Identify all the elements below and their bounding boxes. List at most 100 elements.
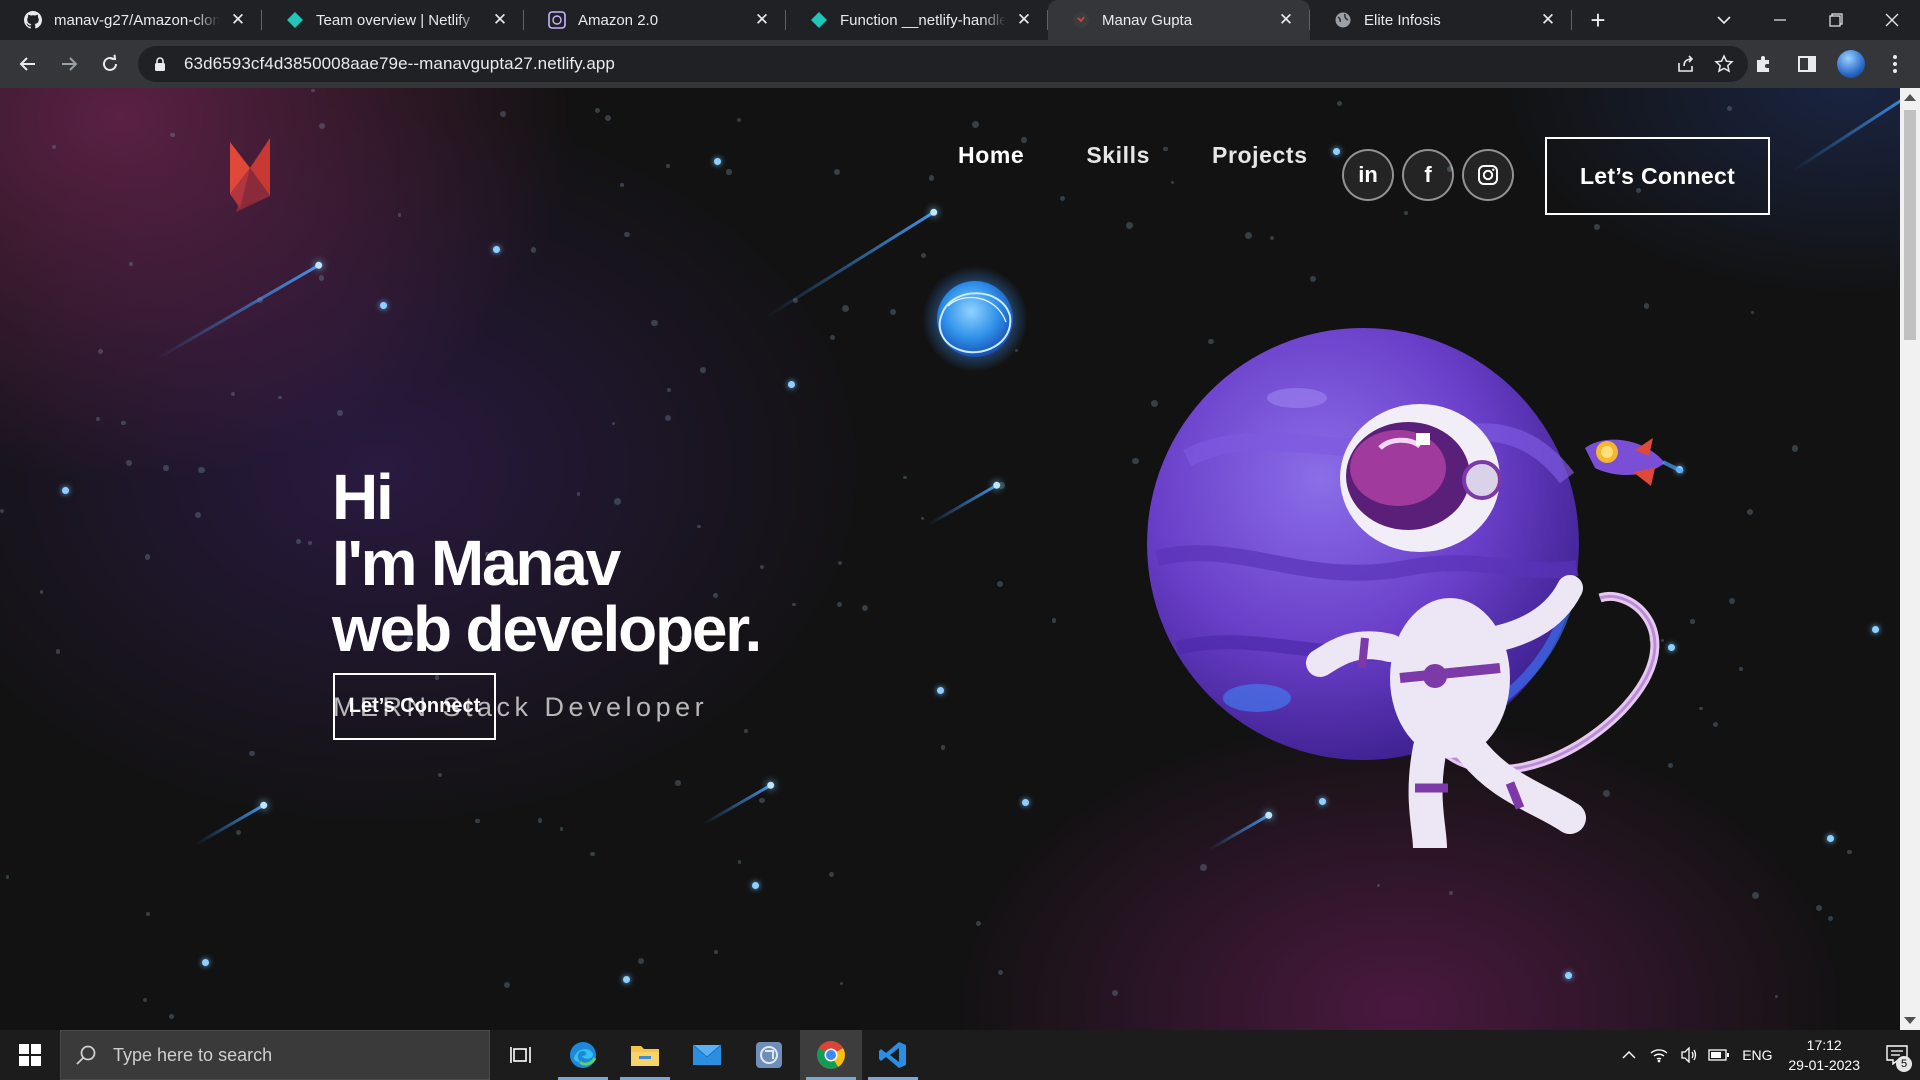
dust-particle (96, 416, 101, 421)
linkedin-icon[interactable]: in (1342, 149, 1394, 201)
chrome-icon[interactable] (800, 1030, 862, 1080)
dust-particle (726, 169, 732, 175)
windows-start-icon[interactable] (0, 1030, 60, 1080)
vscode-icon[interactable] (862, 1030, 924, 1080)
dust-particle (837, 601, 843, 607)
lets-connect-nav-button[interactable]: Let’s Connect (1545, 137, 1770, 215)
back-icon[interactable] (8, 44, 48, 84)
dust-particle (1336, 100, 1343, 107)
dust-particle (249, 750, 255, 757)
search-icon (76, 1045, 96, 1065)
star (788, 381, 795, 388)
scroll-up-icon[interactable] (1904, 94, 1916, 101)
tab-close-icon[interactable]: ✕ (752, 10, 772, 30)
side-panel-icon[interactable] (1788, 44, 1826, 84)
dust-particle (318, 275, 325, 281)
clock[interactable]: 17:12 29-01-2023 (1788, 1035, 1860, 1075)
windows-taskbar: Type here to search ENG 17:12 29-01-2023… (0, 1030, 1920, 1080)
dust-particle (620, 183, 624, 187)
dust-particle (121, 420, 127, 426)
mail-icon[interactable] (676, 1030, 738, 1080)
dust-particle (1847, 849, 1852, 854)
browser-tab[interactable]: Team overview | Netlify ✕ (262, 0, 524, 40)
page-viewport: Home Skills Projects Hi I'm Manav web de… (0, 88, 1900, 1030)
wifi-icon[interactable] (1644, 1047, 1674, 1063)
tab-close-icon[interactable]: ✕ (1014, 10, 1034, 30)
chevron-up-icon[interactable] (1614, 1050, 1644, 1060)
dust-particle (1448, 890, 1454, 895)
dust-particle (996, 580, 1003, 587)
menu-kebab-icon[interactable] (1876, 44, 1914, 84)
dust-particle (829, 871, 835, 877)
nav-link-home[interactable]: Home (958, 144, 1024, 167)
dust-particle (1751, 892, 1759, 900)
site-logo[interactable] (226, 138, 274, 214)
dust-particle (1200, 863, 1208, 871)
dust-particle (1747, 508, 1754, 515)
dust-particle (129, 262, 133, 266)
dust-particle (1270, 235, 1274, 240)
browser-tab-active[interactable]: Manav Gupta ✕ (1048, 0, 1310, 40)
app-icon[interactable] (738, 1030, 800, 1080)
bookmark-star-icon[interactable] (1714, 54, 1734, 79)
browser-tab[interactable]: manav-g27/Amazon-clone ✕ (0, 0, 262, 40)
volume-icon[interactable] (1674, 1047, 1704, 1063)
nav-link-skills[interactable]: Skills (1086, 144, 1150, 167)
tab-title: Elite Infosis (1364, 11, 1441, 29)
star (1872, 626, 1879, 633)
taskbar-search-input[interactable]: Type here to search (60, 1030, 490, 1080)
dust-particle (972, 120, 980, 128)
dust-particle (624, 231, 630, 237)
share-icon[interactable] (1676, 54, 1696, 79)
minimize-icon[interactable] (1752, 0, 1808, 40)
language-indicator[interactable]: ENG (1734, 1047, 1780, 1063)
browser-tab-strip: manav-g27/Amazon-clone ✕ Team overview |… (0, 0, 1920, 40)
tab-close-icon[interactable]: ✕ (490, 10, 510, 30)
tab-close-icon[interactable]: ✕ (1276, 10, 1296, 30)
instagram-icon[interactable] (1462, 149, 1514, 201)
dust-particle (438, 772, 443, 778)
restore-icon[interactable] (1808, 0, 1864, 40)
browser-tab[interactable]: Amazon 2.0 ✕ (524, 0, 786, 40)
linkedin-label: in (1358, 162, 1378, 187)
dust-particle (1593, 224, 1601, 231)
browser-tab[interactable]: Function __netlify-handler ✕ (786, 0, 1048, 40)
new-tab-button[interactable]: + (1578, 0, 1618, 40)
scrollbar-thumb[interactable] (1904, 110, 1916, 340)
tab-close-icon[interactable]: ✕ (228, 10, 248, 30)
task-view-icon[interactable] (490, 1030, 552, 1080)
profile-avatar[interactable] (1832, 44, 1870, 84)
dust-particle (1643, 302, 1650, 309)
dust-particle (170, 132, 176, 138)
dust-particle (611, 422, 615, 426)
page-scrollbar[interactable] (1900, 88, 1920, 1030)
netlify-icon (810, 11, 828, 29)
battery-icon[interactable] (1704, 1048, 1734, 1062)
tab-close-icon[interactable]: ✕ (1538, 10, 1558, 30)
forward-icon[interactable] (49, 44, 89, 84)
address-bar[interactable]: 63d6593cf4d3850008aae79e--manavgupta27.n… (138, 46, 1748, 82)
browser-tab[interactable]: Elite Infosis ✕ (1310, 0, 1572, 40)
close-window-icon[interactable] (1864, 0, 1920, 40)
dust-particle (142, 997, 148, 1003)
notification-center-icon[interactable]: 5 (1874, 1030, 1920, 1080)
scroll-down-icon[interactable] (1904, 1017, 1916, 1024)
facebook-icon[interactable]: f (1402, 149, 1454, 201)
extensions-icon[interactable] (1744, 44, 1782, 84)
dust-particle (1791, 445, 1799, 452)
lets-connect-hero-button[interactable]: Let’s Connect (333, 673, 496, 740)
dust-particle (976, 920, 982, 926)
dust-particle (862, 605, 869, 612)
tab-search-icon[interactable] (1696, 0, 1752, 40)
edge-icon[interactable] (552, 1030, 614, 1080)
dust-particle (1815, 905, 1822, 912)
dust-particle (98, 349, 104, 355)
lock-icon (155, 57, 165, 71)
hero-heading: Hi I'm Manav web developer. (332, 464, 762, 662)
globe-icon (1334, 11, 1352, 29)
file-explorer-icon[interactable] (614, 1030, 676, 1080)
dust-particle (714, 950, 718, 955)
reload-icon[interactable] (90, 44, 130, 84)
nav-link-projects[interactable]: Projects (1212, 144, 1308, 167)
tab-title: manav-g27/Amazon-clone (54, 11, 220, 29)
